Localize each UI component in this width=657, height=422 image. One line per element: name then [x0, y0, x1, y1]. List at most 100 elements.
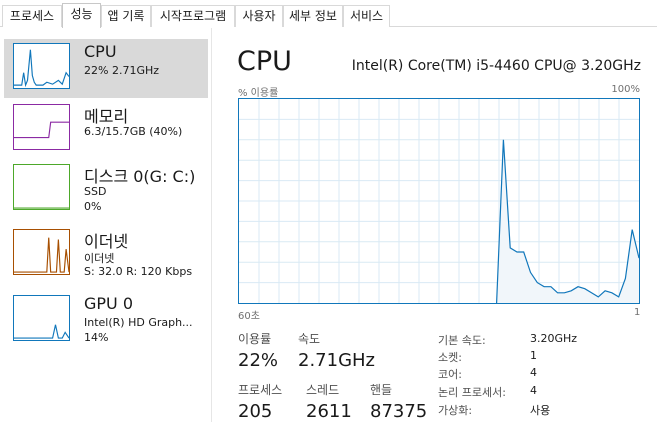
cpu-usage-point — [293, 302, 294, 303]
gpu-detail: 14% — [84, 331, 109, 344]
memory-mini-graph-svg — [14, 121, 69, 139]
gpu-title: GPU 0 — [84, 294, 134, 313]
cpu-usage-point — [347, 302, 348, 303]
tab-0[interactable]: 프로세스 — [2, 5, 62, 27]
cpu-usage-point — [306, 302, 307, 303]
cpu-usage-point — [401, 302, 402, 303]
gpu-mini-graph-svg — [14, 324, 70, 339]
cpu-title: CPU — [84, 42, 117, 61]
tab-2[interactable]: 앱 기록 — [101, 5, 151, 27]
speed-label: 속도 — [298, 332, 321, 346]
cpu-usage-point — [333, 302, 334, 303]
y-axis-max-label: 100% — [611, 84, 640, 95]
cpu-usage-point — [449, 302, 450, 303]
x-axis-right-label: 1 — [634, 307, 641, 318]
handles-value: 87375 — [370, 401, 428, 422]
cpu-usage-point — [469, 302, 470, 303]
cpu-usage-point — [422, 302, 423, 303]
usage-value: 22% — [238, 350, 279, 371]
sockets-value: 1 — [530, 349, 537, 362]
base-speed-key: 기본 속도: — [438, 334, 486, 347]
main-panel: CPU Intel(R) Core(TM) i5-4460 CPU@ 3.20G… — [213, 28, 657, 422]
tab-4[interactable]: 사용자 — [235, 5, 283, 27]
disk-subtitle: SSD — [84, 185, 107, 198]
tab-1[interactable]: 성능 — [62, 3, 101, 28]
cpu-usage-point — [374, 302, 375, 303]
cpu-usage-point — [252, 302, 253, 303]
cpu-usage-point — [320, 302, 321, 303]
virtualization-key: 가상화: — [438, 404, 473, 417]
tab-6[interactable]: 서비스 — [343, 5, 390, 27]
memory-title: 메모리 — [84, 107, 129, 126]
memory-subtitle: 6.3/15.7GB (40%) — [84, 125, 183, 138]
cpu-usage-point — [435, 302, 436, 303]
gpu-subtitle: Intel(R) HD Graph... — [84, 316, 193, 329]
cores-key: 코어: — [438, 368, 462, 381]
cpu-subtitle: 22% 2.71GHz — [84, 64, 160, 77]
ethernet-mini-graph — [13, 229, 70, 275]
ethernet-title: 이더넷 — [84, 232, 129, 251]
logical-processors-key: 논리 프로세서: — [438, 386, 506, 399]
gpu-mini-graph-line — [14, 324, 70, 339]
y-axis-label: % 이용률 — [238, 88, 279, 99]
cpu-usage-point — [428, 302, 429, 303]
cpu-mini-graph — [13, 43, 70, 89]
ethernet-subtitle: 이더넷 — [84, 252, 115, 265]
processes-value: 205 — [238, 401, 273, 422]
cpu-usage-point — [340, 302, 341, 303]
handles-label: 핸들 — [370, 383, 393, 397]
sidebar-item-gpu[interactable]: GPU 0 Intel(R) HD Graph... 14% — [4, 291, 208, 350]
sidebar: CPU 22% 2.71GHz 메모리 6.3/15.7GB (40%) 디스크 0(G… — [0, 28, 212, 422]
cpu-usage-point — [442, 302, 443, 303]
cpu-usage-point — [483, 302, 484, 303]
cpu-usage-chart-svg — [239, 99, 639, 303]
sidebar-item-disk[interactable]: 디스크 0(G: C:) SSD 0% — [4, 160, 208, 219]
threads-label: 스레드 — [306, 383, 340, 397]
virtualization-value: 사용 — [530, 404, 551, 417]
page-title: CPU — [237, 46, 292, 77]
tab-bar: 프로세스 성능 앱 기록 시작프로그램 사용자 세부 정보 서비스 — [0, 0, 657, 28]
cpu-model-name: Intel(R) Core(TM) i5-4460 CPU@ 3.20GHz — [351, 58, 641, 74]
logical-processors-value: 4 — [530, 384, 537, 397]
cpu-usage-point — [476, 302, 477, 303]
cpu-usage-point — [415, 302, 416, 303]
cpu-usage-point — [239, 302, 240, 303]
threads-value: 2611 — [306, 401, 352, 422]
cpu-usage-point — [245, 302, 246, 303]
base-speed-value: 3.20GHz — [530, 332, 578, 345]
cpu-usage-point — [360, 302, 361, 303]
tab-3[interactable]: 시작프로그램 — [151, 5, 235, 27]
x-axis-left-label: 60초 — [238, 311, 260, 322]
cpu-usage-point — [299, 302, 300, 303]
sidebar-item-cpu[interactable]: CPU 22% 2.71GHz — [4, 39, 208, 98]
disk-mini-graph-svg — [14, 207, 69, 209]
memory-mini-graph-line — [14, 121, 69, 139]
speed-value: 2.71GHz — [298, 350, 376, 371]
cpu-usage-point — [272, 302, 273, 303]
cores-value: 4 — [530, 366, 537, 379]
cpu-usage-point — [489, 302, 490, 303]
cpu-usage-point — [455, 302, 456, 303]
cpu-usage-point — [327, 302, 328, 303]
cpu-usage-graph — [238, 98, 640, 304]
ethernet-mini-graph-line — [14, 237, 70, 273]
sidebar-item-memory[interactable]: 메모리 6.3/15.7GB (40%) — [4, 100, 208, 159]
cpu-usage-point — [381, 302, 382, 303]
tab-5[interactable]: 세부 정보 — [283, 5, 343, 27]
cpu-usage-point — [388, 302, 389, 303]
cpu-usage-point — [462, 302, 463, 303]
cpu-mini-graph-line — [14, 49, 70, 88]
cpu-usage-point — [313, 302, 314, 303]
cpu-usage-point — [367, 302, 368, 303]
cpu-usage-point — [266, 302, 267, 303]
sidebar-item-ethernet[interactable]: 이더넷 이더넷 S: 32.0 R: 120 Kbps — [4, 225, 208, 284]
cpu-mini-graph-svg — [14, 49, 70, 88]
cpu-usage-point — [394, 302, 395, 303]
processes-label: 프로세스 — [238, 383, 283, 397]
disk-mini-graph — [13, 164, 70, 210]
sockets-key: 소켓: — [438, 351, 462, 364]
ethernet-detail: S: 32.0 R: 120 Kbps — [84, 265, 193, 278]
cpu-usage-point — [286, 302, 287, 303]
memory-mini-graph — [13, 104, 70, 150]
disk-detail: 0% — [84, 200, 102, 213]
